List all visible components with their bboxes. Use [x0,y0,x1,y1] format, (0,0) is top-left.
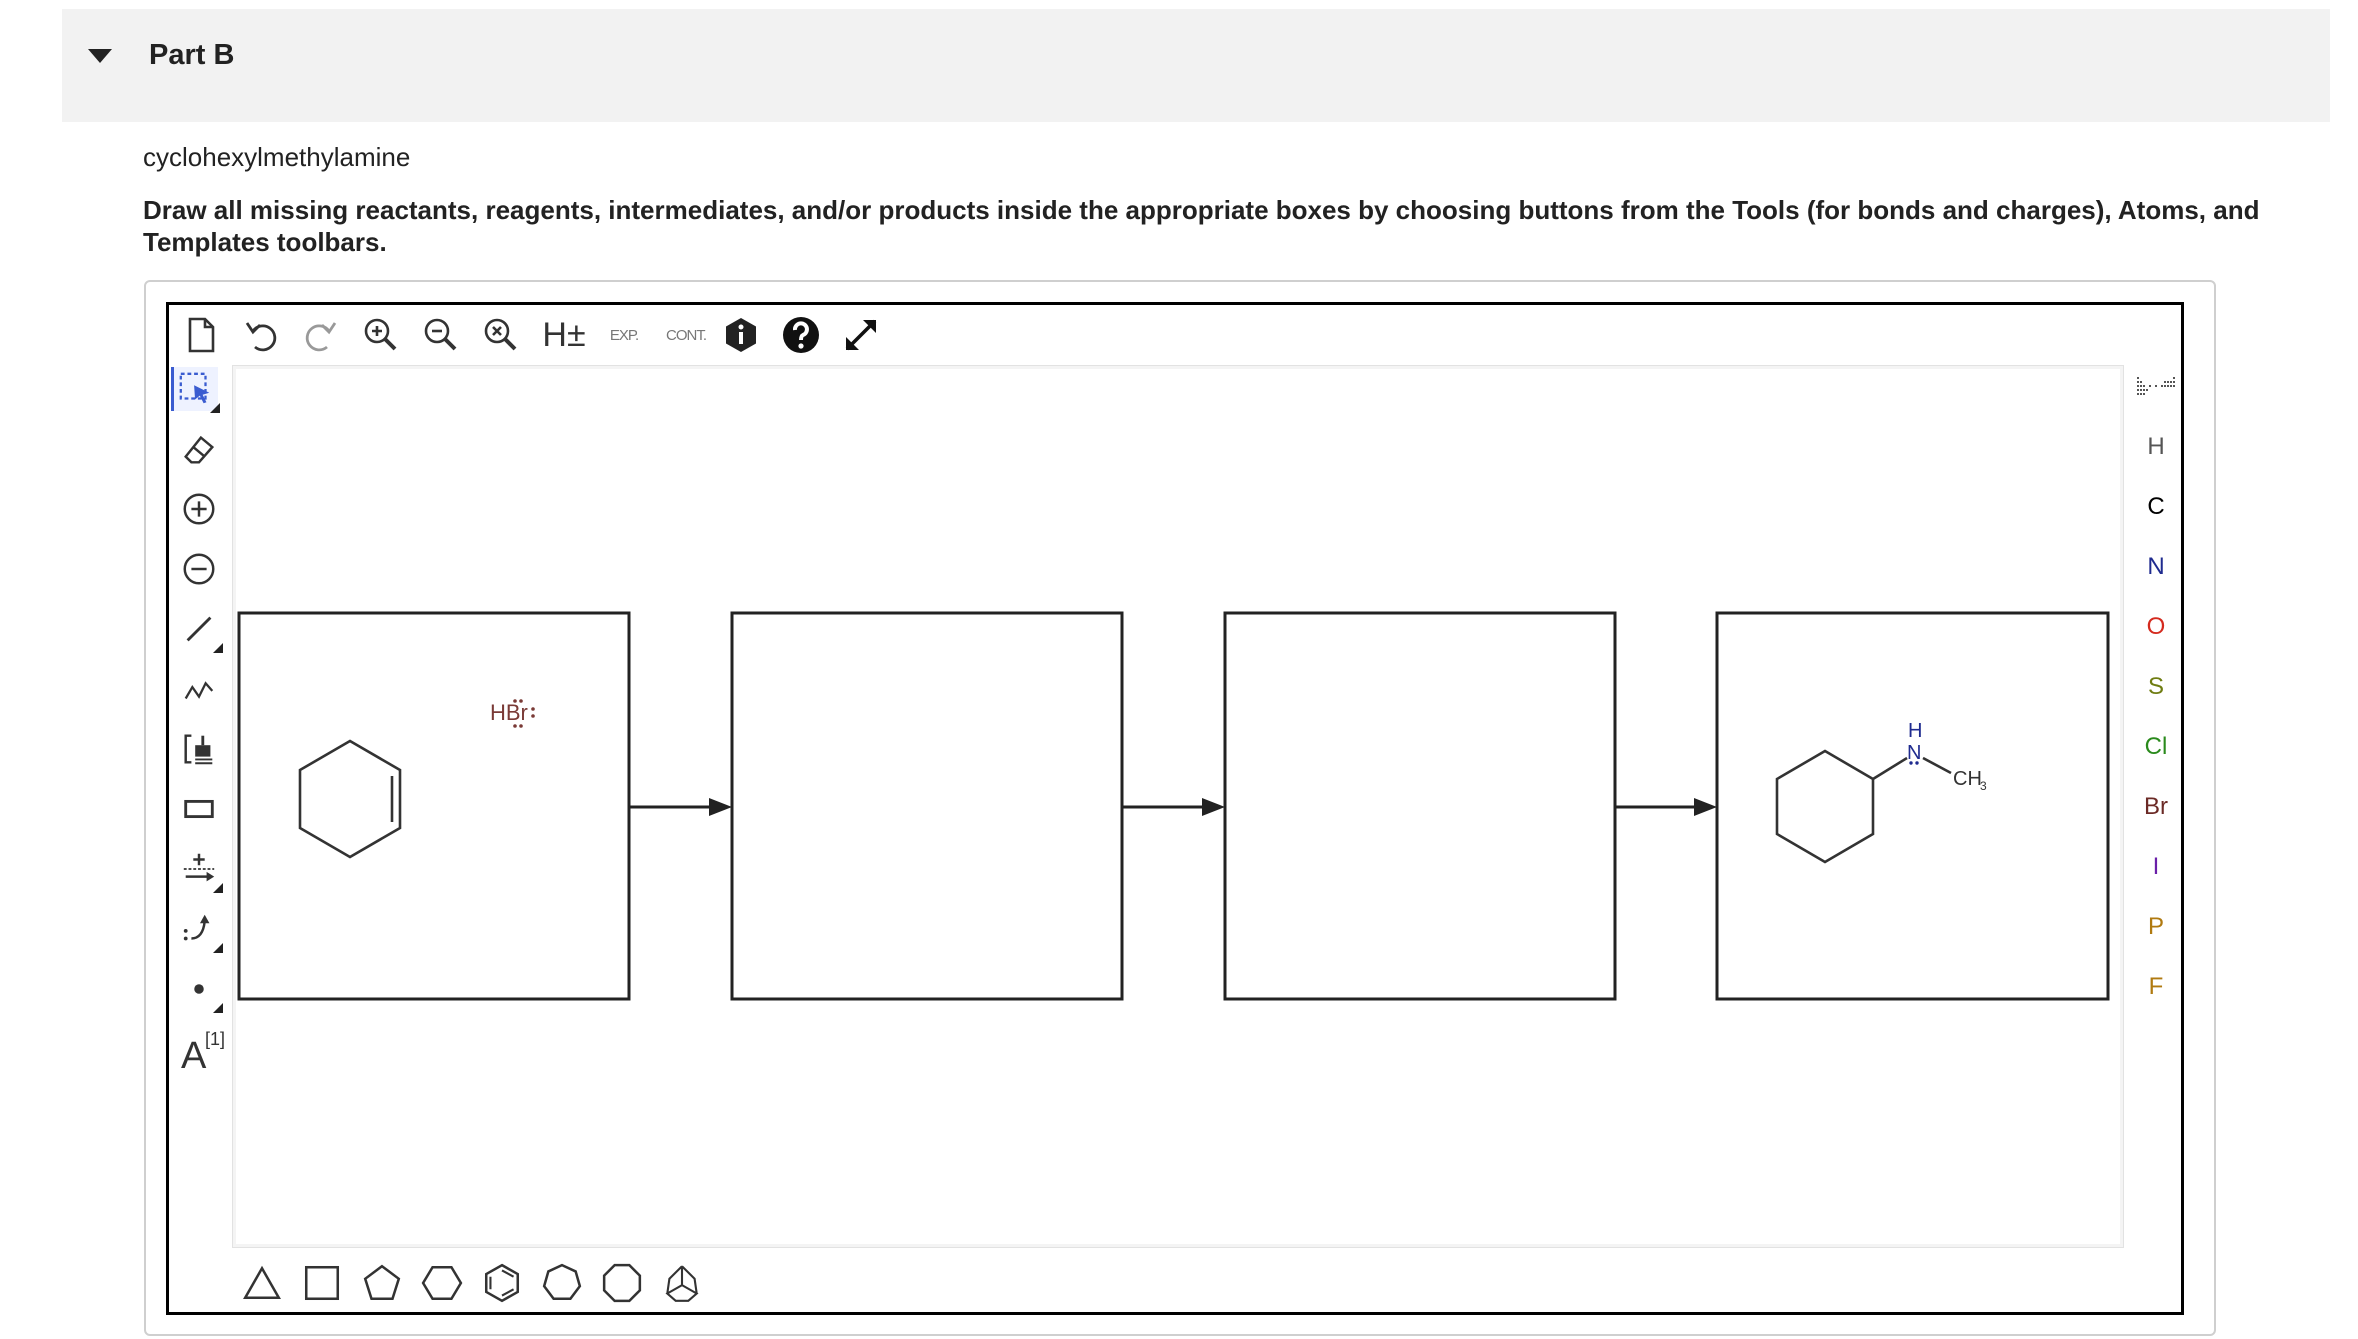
single-bond-icon[interactable] [177,607,223,653]
atom-button-br[interactable]: Br [2127,785,2185,829]
drawing-canvas[interactable]: HBr H N CH 3 [232,365,2124,1248]
top-toolbar: H± EXP. CONT. [169,305,2181,365]
atom-label: Cl [2144,733,2168,760]
cyclooctane-template-icon[interactable] [598,1259,646,1307]
reaction-arrow-3 [1615,798,1717,816]
product-methyl-subscript: 3 [1980,779,1987,793]
chemistry-editor: H± EXP. CONT. A [1] HBr H N CH 3 H C N O… [166,302,2184,1315]
implicit-hydrogen-button[interactable]: H± [539,313,589,357]
redo-icon[interactable] [299,313,343,357]
info-icon[interactable] [719,313,763,357]
atom-label: S [2147,673,2164,700]
reaction-arrow-icon[interactable] [177,847,223,893]
intermediate-box-1 [730,611,1124,1001]
product-structure: H N CH 3 [1775,720,1987,864]
cyclopropane-template-icon[interactable] [238,1259,286,1307]
atom-button-cl[interactable]: Cl [2127,725,2185,769]
positive-charge-icon[interactable] [177,487,221,531]
reaction-arrow-1 [629,798,732,816]
atom-label: F [2148,973,2164,1000]
periodic-table-icon[interactable] [2127,365,2185,409]
product-methyl-label: CH [1953,768,1982,790]
product-box [1715,611,2110,1001]
product-h-label: H [1908,720,1922,742]
atom-label: O [2146,613,2166,640]
part-header[interactable]: Part B [62,9,2330,122]
negative-charge-icon[interactable] [177,547,221,591]
help-icon[interactable] [779,313,823,357]
atom-label: C [2147,493,2165,520]
product-n-label: N [1907,742,1921,764]
contract-abbreviation-button[interactable]: CONT. [659,313,713,357]
bicyclic-template-icon[interactable] [658,1259,706,1307]
atom-label: N [2147,553,2165,580]
zoom-out-icon[interactable] [419,313,463,357]
atom-button-c[interactable]: C [2127,485,2185,529]
benzene-template-icon[interactable] [478,1259,526,1307]
zoom-reset-icon[interactable] [479,313,523,357]
submenu-indicator-icon [210,403,220,413]
collapse-caret-icon[interactable] [88,49,112,63]
reactant-box [237,611,631,1001]
reaction-arrow-2 [1122,798,1225,816]
cyclohexene-structure [298,739,402,859]
templates-toolbar [232,1255,932,1311]
atom-button-n[interactable]: N [2127,545,2185,589]
atom-button-f[interactable]: F [2127,965,2185,1009]
text-tool-label: A [181,1035,207,1077]
atoms-toolbar: H C N O S Cl Br I P F [2127,365,2185,1025]
selection-tool-icon[interactable] [171,367,220,413]
curved-arrow-icon[interactable] [177,907,223,953]
instructions: Draw all missing reactants, reagents, in… [143,195,2260,257]
atom-label: P [2147,913,2164,940]
cyclohexane-template-icon[interactable] [418,1259,466,1307]
new-document-icon[interactable] [179,313,223,357]
atom-button-o[interactable]: O [2127,605,2185,649]
rectangle-tool-icon[interactable] [177,787,221,831]
fullscreen-icon[interactable] [839,313,883,357]
cycloheptane-template-icon[interactable] [538,1259,586,1307]
cyclopentane-template-icon[interactable] [358,1259,406,1307]
submenu-indicator-icon [213,883,223,893]
r-group-icon[interactable] [177,727,221,771]
chain-tool-icon[interactable] [177,667,221,711]
submenu-indicator-icon [213,943,223,953]
reaction-scheme: HBr H N CH 3 [237,611,2110,1001]
intermediate-box-2 [1223,611,1617,1001]
atom-label: H [2147,433,2165,460]
radical-dot-icon[interactable] [177,967,223,1013]
atom-button-h[interactable]: H [2127,425,2185,469]
eraser-icon[interactable] [177,427,221,471]
part-title: Part B [149,39,235,71]
expand-abbreviation-button[interactable]: EXP. [599,313,649,357]
contract-label: CONT. [666,326,707,344]
compound-name: cyclohexylmethylamine [143,142,411,172]
text-tool-superscript: [1] [205,1029,226,1049]
implicit-hydrogen-label: H± [542,315,586,354]
atom-button-s[interactable]: S [2127,665,2185,709]
undo-icon[interactable] [239,313,283,357]
expand-label: EXP. [609,326,639,344]
hbr-label: HBr [490,700,528,725]
submenu-indicator-icon [213,643,223,653]
hbr-reagent: HBr [490,699,535,728]
left-toolbar: A [1] [169,365,229,1265]
atom-label: I [2152,853,2160,880]
zoom-in-icon[interactable] [359,313,403,357]
atom-button-p[interactable]: P [2127,905,2185,949]
atom-button-i[interactable]: I [2127,845,2185,889]
atom-label: Br [2144,793,2168,820]
text-tool-button[interactable]: A [1] [177,1027,225,1077]
cyclobutane-template-icon[interactable] [298,1259,346,1307]
submenu-indicator-icon [213,1003,223,1013]
